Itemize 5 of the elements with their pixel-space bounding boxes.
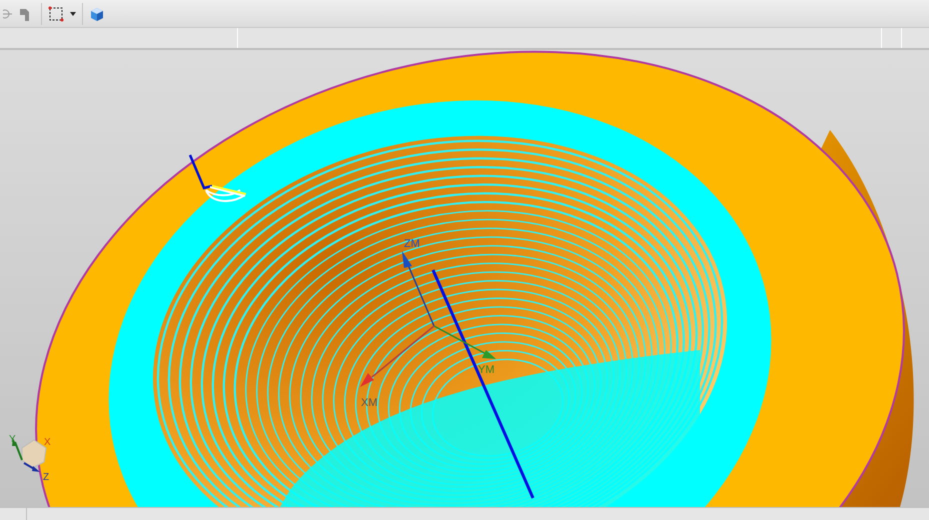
axis-label: ZM <box>404 238 420 250</box>
axis-label: X <box>44 437 51 448</box>
axis-label: Y <box>9 434 16 445</box>
axis-label: Z <box>43 472 50 483</box>
axis-label: YM <box>478 364 494 376</box>
